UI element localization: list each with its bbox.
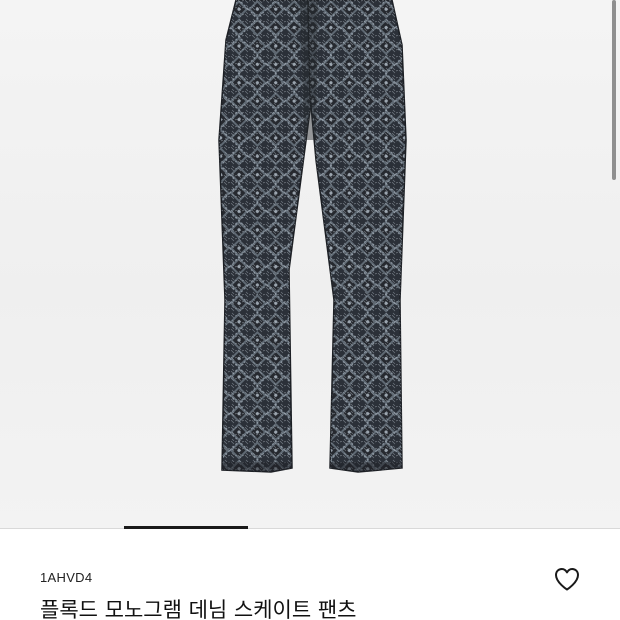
gallery-active-indicator[interactable] [124,526,248,529]
product-code: 1AHVD4 [40,570,93,585]
scrollbar[interactable] [612,0,616,180]
wishlist-button[interactable] [553,566,581,592]
product-page: 1AHVD4 플록드 모노그램 데님 스케이트 팬츠 [0,0,620,620]
product-title: 플록드 모노그램 데님 스케이트 팬츠 [40,598,357,620]
product-image [218,0,407,473]
product-image-gallery[interactable] [0,0,620,528]
gallery-divider [0,528,620,529]
pants-shape [218,0,407,473]
heart-outline-icon [555,568,579,591]
